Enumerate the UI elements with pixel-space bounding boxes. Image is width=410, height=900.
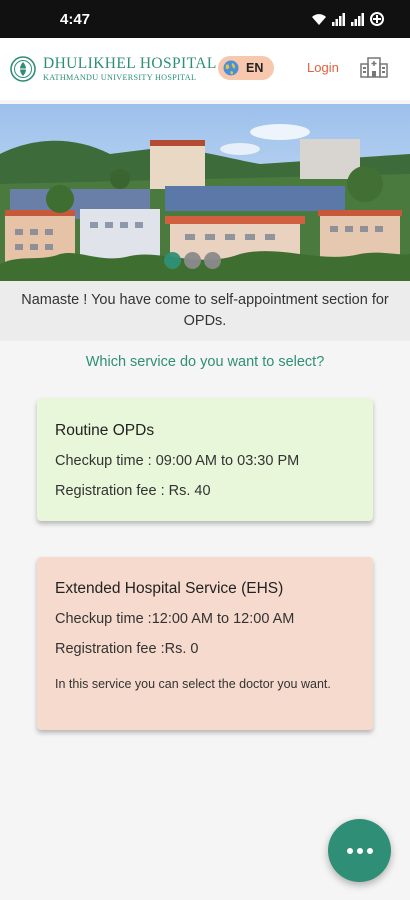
service-fee: Registration fee :Rs. 0 bbox=[55, 641, 199, 657]
service-title: Extended Hospital Service (EHS) bbox=[55, 580, 284, 597]
more-options-button[interactable] bbox=[328, 819, 391, 882]
service-title: Routine OPDs bbox=[55, 422, 155, 439]
service-note: In this service you can select the docto… bbox=[55, 677, 331, 691]
status-time: 4:47 bbox=[60, 10, 91, 28]
data-saver-icon bbox=[370, 12, 384, 26]
logo-subtitle: KATHMANDU UNIVERSITY HOSPITAL bbox=[43, 73, 197, 83]
service-card-routine-opds[interactable]: Routine OPDs Checkup time : 09:00 AM to … bbox=[37, 398, 373, 521]
hospital-logo: DHULIKHEL HOSPITAL KATHMANDU UNIVERSITY … bbox=[43, 56, 217, 83]
more-horizontal-icon bbox=[346, 847, 373, 854]
service-fee: Registration fee : Rs. 40 bbox=[55, 483, 211, 499]
language-selector[interactable]: EN bbox=[218, 56, 274, 80]
signal-icon bbox=[351, 12, 364, 26]
globe-icon bbox=[223, 60, 239, 76]
service-card-ehs[interactable]: Extended Hospital Service (EHS) Checkup … bbox=[37, 557, 373, 730]
signal-icon bbox=[332, 12, 345, 26]
hospital-logo-icon bbox=[10, 56, 36, 82]
login-link[interactable]: Login bbox=[307, 60, 339, 75]
carousel-dot-3[interactable] bbox=[204, 252, 221, 269]
carousel-dot-1[interactable] bbox=[164, 252, 181, 269]
service-question: Which service do you want to select? bbox=[85, 354, 325, 370]
language-label: EN bbox=[246, 61, 264, 75]
service-checkup-time: Checkup time :12:00 AM to 12:00 AM bbox=[55, 611, 295, 627]
welcome-text: Namaste ! You have come to self-appointm… bbox=[21, 292, 389, 329]
carousel-dot-2[interactable] bbox=[184, 252, 201, 269]
status-bar: 4:47 bbox=[0, 0, 410, 38]
app-header: DHULIKHEL HOSPITAL KATHMANDU UNIVERSITY … bbox=[0, 38, 410, 100]
welcome-message: Namaste ! You have come to self-appointm… bbox=[0, 281, 410, 341]
wifi-icon bbox=[312, 13, 326, 25]
hospital-building-icon[interactable] bbox=[360, 56, 388, 78]
status-icons bbox=[311, 12, 384, 26]
logo-title: DHULIKHEL HOSPITAL bbox=[43, 54, 217, 72]
service-checkup-time: Checkup time : 09:00 AM to 03:30 PM bbox=[55, 453, 300, 469]
carousel-indicator bbox=[164, 252, 221, 269]
